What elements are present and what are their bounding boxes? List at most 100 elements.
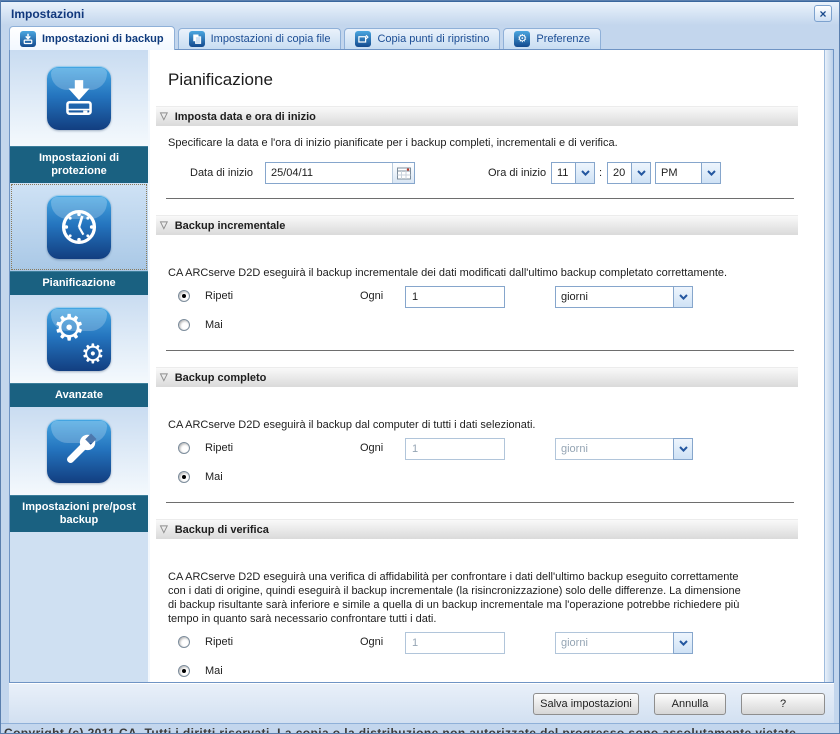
sidebar-item-protection-settings[interactable]: Impostazioni di protezione xyxy=(10,50,148,183)
minute-value: 20 xyxy=(607,162,631,184)
calendar-button[interactable] xyxy=(392,163,414,183)
radio-label: Ripeti xyxy=(205,442,233,454)
section-header-full: ▽ Backup completo xyxy=(156,367,798,387)
hour-dropdown-button[interactable] xyxy=(575,162,595,184)
time-separator: : xyxy=(599,167,602,179)
tab-recovery-points-copy[interactable]: Copia punti di ripristino xyxy=(344,28,500,49)
full-every-input[interactable] xyxy=(405,438,505,460)
chevron-down-icon xyxy=(637,170,646,176)
verify-repeat-radio[interactable] xyxy=(178,636,190,648)
unit-value: giorni xyxy=(555,286,673,308)
incremental-repeat-radio[interactable] xyxy=(178,290,190,302)
ampm-dropdown-button[interactable] xyxy=(701,162,721,184)
chevron-down-icon xyxy=(679,446,688,452)
background-copyright-text: Copyright (c) 2011 CA. Tutti i diritti r… xyxy=(1,723,839,733)
tab-file-copy-settings[interactable]: Impostazioni di copia file xyxy=(178,28,342,49)
unit-value: giorni xyxy=(555,632,673,654)
close-button[interactable]: × xyxy=(814,5,832,22)
radio-label: Ripeti xyxy=(205,290,233,302)
verify-never-row: Mai xyxy=(150,660,824,682)
chevron-down-icon xyxy=(679,640,688,646)
radio-label: Ripeti xyxy=(205,636,233,648)
preferences-gear-icon: ⚙ xyxy=(514,31,530,47)
tab-preferences[interactable]: ⚙ Preferenze xyxy=(503,28,601,49)
section-header-verify: ▽ Backup di verifica xyxy=(156,519,798,539)
tab-label: Preferenze xyxy=(536,33,590,45)
recovery-points-icon xyxy=(355,31,371,47)
incremental-repeat-row: Ripeti Ogni giorni xyxy=(150,285,824,309)
incremental-unit-dropdown[interactable]: giorni xyxy=(555,286,693,308)
ampm-dropdown[interactable]: PM xyxy=(655,162,721,184)
main-content: Pianificazione ▽ Imposta data e ora di i… xyxy=(150,50,824,682)
help-button[interactable]: ? xyxy=(741,693,825,715)
full-unit-dropdown[interactable]: giorni xyxy=(555,438,693,460)
tab-label: Impostazioni di backup xyxy=(42,33,164,45)
section-title: Backup incrementale xyxy=(175,220,286,232)
radio-label: Mai xyxy=(205,471,223,483)
file-copy-icon xyxy=(189,31,205,47)
sidebar-item-label: Pianificazione xyxy=(10,271,148,295)
hour-dropdown[interactable]: 11 xyxy=(551,162,595,184)
collapse-icon[interactable]: ▽ xyxy=(160,112,168,122)
tab-content-panel: Impostazioni di protezione xyxy=(9,49,834,683)
page-title: Pianificazione xyxy=(168,70,824,90)
verify-never-radio[interactable] xyxy=(178,665,190,677)
collapse-icon[interactable]: ▽ xyxy=(160,525,168,535)
tab-label: Copia punti di ripristino xyxy=(377,33,489,45)
backup-settings-icon xyxy=(20,31,36,47)
every-label: Ogni xyxy=(360,290,383,302)
incremental-never-radio[interactable] xyxy=(178,319,190,331)
start-date-field xyxy=(265,162,415,184)
full-repeat-radio[interactable] xyxy=(178,442,190,454)
hour-value: 11 xyxy=(551,162,575,184)
save-settings-button[interactable]: Salva impostazioni xyxy=(533,693,639,715)
minute-dropdown-button[interactable] xyxy=(631,162,651,184)
incremental-never-row: Mai xyxy=(150,314,824,338)
button-bar: Salva impostazioni Annulla ? xyxy=(9,683,834,723)
incremental-every-input[interactable] xyxy=(405,286,505,308)
scrollbar-track[interactable] xyxy=(824,50,833,682)
chevron-down-icon xyxy=(707,170,716,176)
sidebar-item-pre-post-backup[interactable]: Impostazioni pre/post backup xyxy=(10,407,148,532)
tab-backup-settings[interactable]: Impostazioni di backup xyxy=(9,26,175,50)
verify-description: CA ARCserve D2D eseguirà una verifica di… xyxy=(168,570,824,626)
verify-every-input[interactable] xyxy=(405,632,505,654)
section-divider xyxy=(166,502,794,503)
full-never-radio[interactable] xyxy=(178,471,190,483)
advanced-gears-icon: ⚙ ⚙ xyxy=(47,307,111,371)
calendar-icon xyxy=(397,167,411,180)
section-divider xyxy=(166,198,794,199)
pre-post-wrench-icon xyxy=(47,419,111,483)
collapse-icon[interactable]: ▽ xyxy=(160,221,168,231)
section-title: Backup di verifica xyxy=(175,524,269,536)
sidebar-item-advanced[interactable]: ⚙ ⚙ Avanzate xyxy=(10,295,148,407)
minute-dropdown[interactable]: 20 xyxy=(607,162,651,184)
unit-dropdown-button[interactable] xyxy=(673,286,693,308)
tab-strip: Impostazioni di backup Impostazioni di c… xyxy=(1,25,839,49)
collapse-icon[interactable]: ▽ xyxy=(160,373,168,383)
dialog-title: Impostazioni xyxy=(11,7,84,21)
verify-repeat-row: Ripeti Ogni giorni xyxy=(150,631,824,655)
schedule-clock-icon xyxy=(47,195,111,259)
full-description: CA ARCserve D2D eseguirà il backup dal c… xyxy=(168,418,798,432)
full-repeat-row: Ripeti Ogni giorni xyxy=(150,437,824,461)
cancel-button[interactable]: Annulla xyxy=(654,693,726,715)
close-icon: × xyxy=(819,7,826,21)
chevron-down-icon xyxy=(679,294,688,300)
section-title: Backup completo xyxy=(175,372,267,384)
start-date-input[interactable] xyxy=(266,163,392,183)
radio-label: Mai xyxy=(205,665,223,677)
unit-dropdown-button[interactable] xyxy=(673,438,693,460)
sidebar-item-label: Impostazioni pre/post backup xyxy=(10,495,148,532)
tab-label: Impostazioni di copia file xyxy=(211,33,331,45)
start-datetime-row: Data di inizio Ora di inizio 11 : 20 xyxy=(150,162,824,186)
incremental-description: CA ARCserve D2D eseguirà il backup incre… xyxy=(168,266,798,280)
verify-unit-dropdown[interactable]: giorni xyxy=(555,632,693,654)
start-date-label: Data di inizio xyxy=(190,167,253,179)
section-header-start: ▽ Imposta data e ora di inizio xyxy=(156,106,798,126)
full-never-row: Mai xyxy=(150,466,824,490)
unit-dropdown-button[interactable] xyxy=(673,632,693,654)
sidebar-item-schedule[interactable]: Pianificazione xyxy=(10,183,148,295)
sidebar-filler xyxy=(10,532,148,682)
ampm-value: PM xyxy=(655,162,701,184)
